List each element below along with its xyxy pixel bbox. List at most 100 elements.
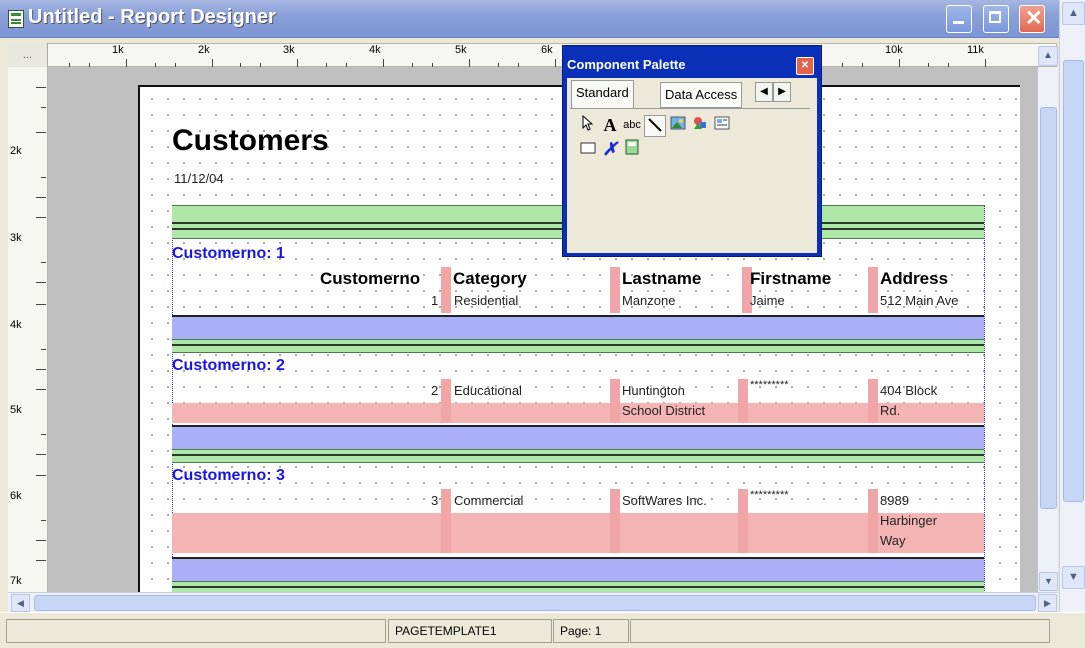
cell-lastname-line2[interactable]: School District xyxy=(622,403,705,418)
window-title: Untitled - Report Designer xyxy=(28,6,276,28)
detail-band[interactable] xyxy=(172,403,984,423)
status-template: PAGETEMPLATE1 xyxy=(388,619,552,643)
report-title[interactable]: Customers xyxy=(172,124,329,158)
status-panel-empty xyxy=(6,619,386,643)
image-icon[interactable] xyxy=(668,115,688,135)
detail-band[interactable] xyxy=(172,513,984,553)
maximize-button[interactable] xyxy=(983,5,1009,33)
cell-firstname[interactable]: ********* xyxy=(750,489,789,501)
horizontal-scrollbar[interactable]: ◀ ▶ xyxy=(8,592,1058,612)
outer-vertical-scrollbar[interactable]: ▲ ▼ xyxy=(1059,0,1085,612)
vertical-ruler: 2k 3k 4k 5k 6k 7k xyxy=(8,67,48,592)
cell-lastname[interactable]: SoftWares Inc. xyxy=(622,493,707,508)
status-page: Page: 1 xyxy=(553,619,629,643)
rectangle-icon[interactable] xyxy=(578,139,598,159)
outer-scroll-thumb[interactable] xyxy=(1063,60,1084,502)
group-header-band[interactable] xyxy=(172,581,984,592)
close-button[interactable]: ✕ xyxy=(1019,5,1045,33)
ruler-label: 1k xyxy=(112,44,124,56)
title-bar[interactable]: Untitled - Report Designer ✕ xyxy=(0,0,1059,38)
memo-icon[interactable] xyxy=(712,115,732,135)
group-header-label[interactable]: Customerno: 2 xyxy=(172,357,285,375)
cell-lastname[interactable]: Huntington xyxy=(622,383,685,398)
palette-body: Standard Data Access ◀ ▶ A abc ✗ xyxy=(567,78,817,253)
tab-scroll-left-icon[interactable]: ◀ xyxy=(755,82,773,102)
ruler-label: 11k xyxy=(967,44,984,56)
cell-lastname[interactable]: Manzone xyxy=(622,293,675,308)
vertical-scroll-thumb[interactable] xyxy=(1040,107,1057,509)
header-category[interactable]: Category xyxy=(453,269,527,289)
cell-address-line2[interactable]: Harbinger xyxy=(880,513,937,528)
richtext-icon[interactable] xyxy=(622,139,642,159)
horizontal-scroll-thumb[interactable] xyxy=(34,595,1036,611)
label-icon[interactable]: abc xyxy=(622,115,642,135)
tab-standard[interactable]: Standard xyxy=(571,80,634,109)
ruler-label: 6k xyxy=(10,490,22,502)
report-designer-window: Untitled - Report Designer ✕ ▲ ▼ 1k 2k 3… xyxy=(0,0,1085,648)
close-icon: ✕ xyxy=(1025,7,1043,30)
header-customerno[interactable]: Customerno xyxy=(320,269,420,289)
app-icon xyxy=(8,10,24,28)
cell-customerno[interactable]: 2 xyxy=(431,383,438,398)
minimize-button[interactable] xyxy=(946,5,972,33)
ruler-label: 2k xyxy=(10,145,22,157)
group-header-band[interactable] xyxy=(172,449,984,463)
scroll-right-icon[interactable]: ▶ xyxy=(1038,594,1057,612)
ruler-label: 4k xyxy=(369,44,381,56)
tab-data-access[interactable]: Data Access xyxy=(660,82,743,108)
minimize-icon xyxy=(953,21,964,24)
design-canvas[interactable]: Customers 11/12/04 Customerno: 1 Custome… xyxy=(48,67,1038,592)
horizontal-ruler: 1k 2k 3k 4k 5k 6k 10k 11k ▲ xyxy=(8,43,1058,67)
ruler-corner: ... xyxy=(8,43,48,67)
report-date[interactable]: 11/12/04 xyxy=(174,171,224,186)
group-header-label[interactable]: Customerno: 1 xyxy=(172,245,285,263)
ruler-label: 6k xyxy=(541,44,553,56)
text-icon[interactable]: A xyxy=(600,115,620,135)
palette-panel: A abc ✗ xyxy=(570,108,810,249)
palette-close-icon[interactable]: ✕ xyxy=(796,57,814,75)
ruler-label: 7k xyxy=(10,575,22,587)
shape-icon[interactable] xyxy=(690,115,710,135)
cell-address[interactable]: 404 Block xyxy=(880,383,937,398)
ruler-label: 10k xyxy=(885,44,903,56)
header-firstname[interactable]: Firstname xyxy=(750,269,831,289)
vertical-scrollbar[interactable]: ▼ xyxy=(1038,67,1058,592)
cell-customerno[interactable]: 3 xyxy=(431,493,438,508)
group-footer-band[interactable] xyxy=(172,425,984,450)
ruler-label: 4k xyxy=(10,319,22,331)
scroll-down-icon[interactable]: ▼ xyxy=(1062,566,1085,589)
cell-address[interactable]: 8989 xyxy=(880,493,909,508)
cell-category[interactable]: Residential xyxy=(454,293,518,308)
cell-firstname[interactable]: Jaime xyxy=(750,293,785,308)
group-header-band[interactable] xyxy=(172,339,984,353)
scroll-left-icon[interactable]: ◀ xyxy=(11,594,30,612)
status-panel-right xyxy=(630,619,1050,643)
status-bar: PAGETEMPLATE1 Page: 1 xyxy=(0,612,1085,648)
ruler-label: 3k xyxy=(10,232,22,244)
header-lastname[interactable]: Lastname xyxy=(622,269,701,289)
maximize-icon xyxy=(989,11,1001,23)
cell-address[interactable]: 512 Main Ave xyxy=(880,293,959,308)
cell-category[interactable]: Educational xyxy=(454,383,522,398)
ruler-label: 5k xyxy=(455,44,467,56)
group-footer-band[interactable] xyxy=(172,557,984,582)
scroll-down-icon[interactable]: ▼ xyxy=(1039,572,1058,591)
tab-scroll-right-icon[interactable]: ▶ xyxy=(773,82,791,102)
cell-customerno[interactable]: 1 xyxy=(431,293,438,308)
ruler-scroll-icon[interactable]: ▲ xyxy=(1038,46,1058,66)
pointer-icon[interactable] xyxy=(578,114,598,135)
palette-title: Component Palette xyxy=(567,57,686,72)
ruler-label: 2k xyxy=(198,44,210,56)
header-address[interactable]: Address xyxy=(880,269,948,289)
group-footer-band[interactable] xyxy=(172,315,984,340)
cell-address-line3[interactable]: Way xyxy=(880,533,906,548)
cell-address-line2[interactable]: Rd. xyxy=(880,403,900,418)
checkbox-icon[interactable]: ✗ xyxy=(600,139,620,159)
ruler-label: 5k xyxy=(10,404,22,416)
scroll-up-icon[interactable]: ▲ xyxy=(1062,2,1085,25)
cell-firstname[interactable]: ********* xyxy=(750,379,789,391)
group-header-label[interactable]: Customerno: 3 xyxy=(172,467,285,485)
line-icon[interactable] xyxy=(644,115,666,137)
component-palette[interactable]: Component Palette ✕ Standard Data Access… xyxy=(562,45,822,257)
cell-category[interactable]: Commercial xyxy=(454,493,523,508)
